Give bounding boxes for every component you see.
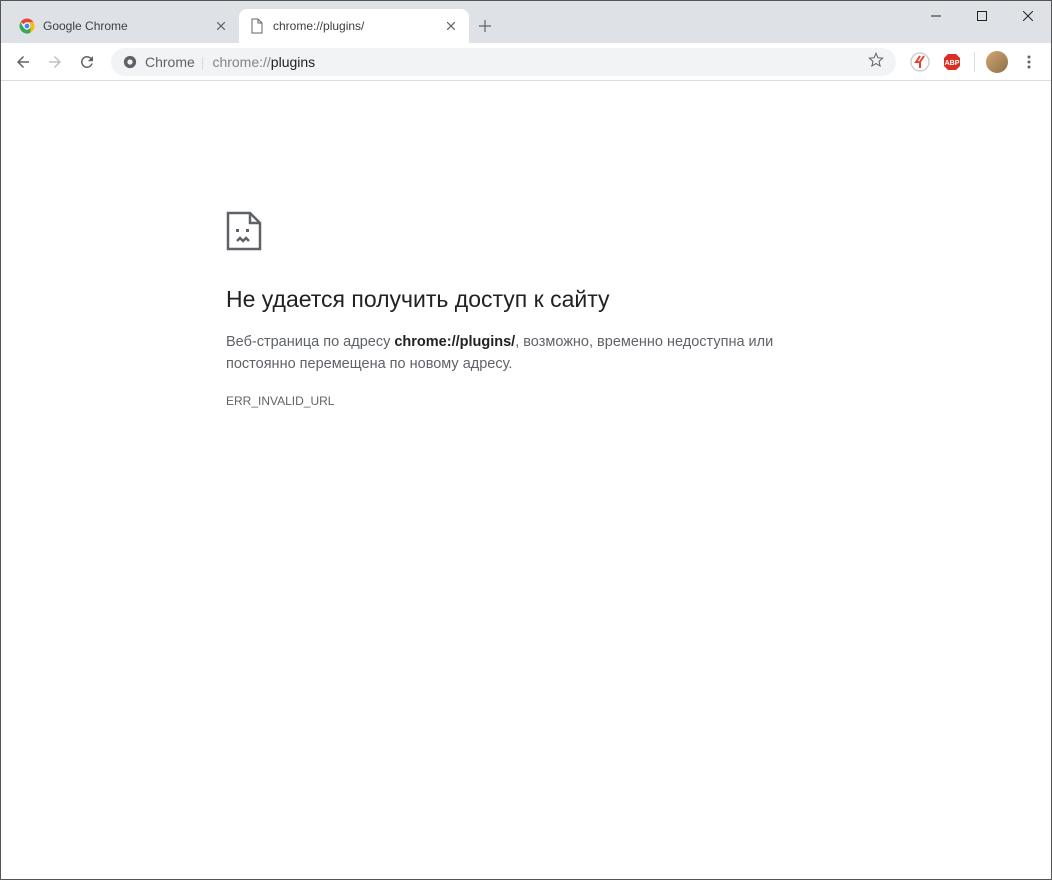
error-description: Веб-страница по адресу chrome://plugins/…: [226, 331, 816, 376]
address-bar[interactable]: Chrome | chrome://plugins: [111, 48, 896, 76]
tab-plugins[interactable]: chrome://plugins/: [239, 9, 469, 43]
svg-text:ABP: ABP: [945, 60, 960, 67]
close-tab-icon[interactable]: [443, 18, 459, 34]
yandex-extension-icon[interactable]: [906, 48, 934, 76]
chrome-menu-button[interactable]: [1015, 48, 1043, 76]
scheme-label: Chrome: [145, 54, 195, 70]
sad-page-icon: [226, 211, 1051, 256]
error-desc-before: Веб-страница по адресу: [226, 334, 394, 350]
tab-strip: Google Chrome chrome://plugins/: [1, 1, 499, 43]
page-favicon-icon: [249, 18, 265, 34]
window-controls: [913, 1, 1051, 31]
close-tab-icon[interactable]: [213, 18, 229, 34]
error-title: Не удается получить доступ к сайту: [226, 286, 1051, 313]
toolbar: Chrome | chrome://plugins ABP: [1, 43, 1051, 81]
new-tab-button[interactable]: [471, 12, 499, 40]
forward-button[interactable]: [41, 48, 69, 76]
titlebar: Google Chrome chrome://plugins/: [1, 1, 1051, 43]
chrome-scheme-icon: [123, 55, 137, 69]
omnibox-divider: |: [201, 54, 205, 70]
profile-avatar[interactable]: [983, 48, 1011, 76]
tab-title: chrome://plugins/: [273, 19, 443, 33]
url-scheme: chrome://: [212, 54, 270, 70]
abp-extension-icon[interactable]: ABP: [938, 48, 966, 76]
error-code: ERR_INVALID_URL: [226, 394, 1051, 408]
back-button[interactable]: [9, 48, 37, 76]
chrome-favicon-icon: [19, 18, 35, 34]
close-window-button[interactable]: [1005, 1, 1051, 31]
bookmark-star-icon[interactable]: [868, 52, 884, 71]
tab-google-chrome[interactable]: Google Chrome: [9, 9, 239, 43]
error-desc-url: chrome://plugins/: [394, 334, 515, 350]
reload-button[interactable]: [73, 48, 101, 76]
url-host: plugins: [271, 54, 315, 70]
error-page: Не удается получить доступ к сайту Веб-с…: [1, 81, 1051, 408]
avatar-icon: [986, 51, 1008, 73]
toolbar-divider: [974, 52, 975, 72]
maximize-button[interactable]: [959, 1, 1005, 31]
minimize-button[interactable]: [913, 1, 959, 31]
tab-title: Google Chrome: [43, 19, 213, 33]
